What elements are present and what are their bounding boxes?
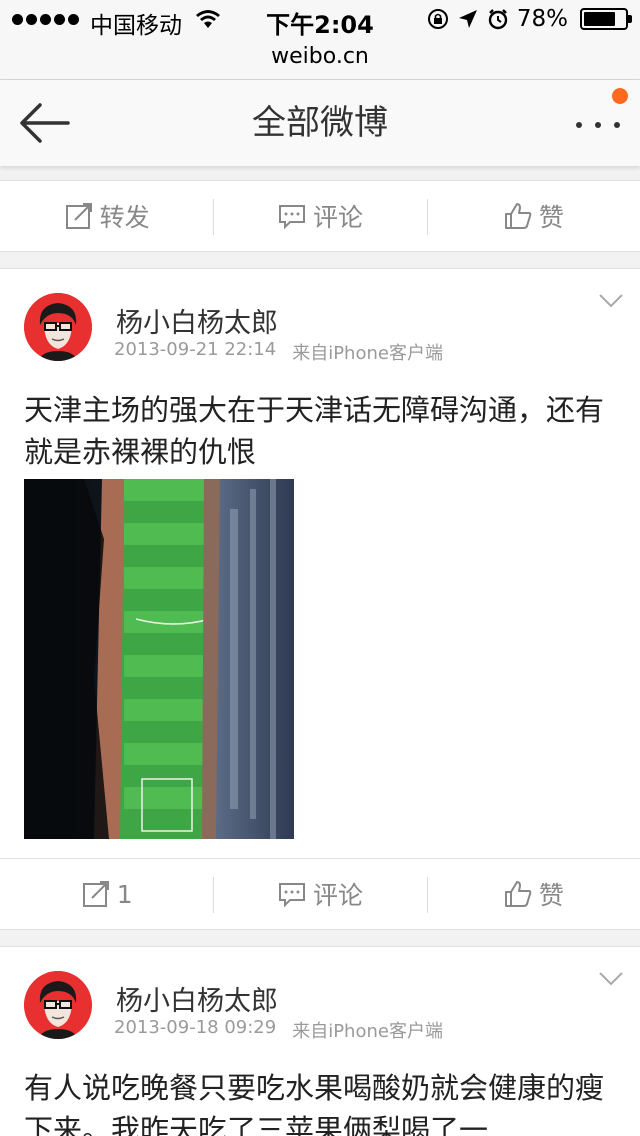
action-bar-post-1: 1 评论 赞 xyxy=(0,858,640,930)
comment-label: 评论 xyxy=(312,881,363,910)
thumbs-up-icon xyxy=(504,881,532,907)
comment-button[interactable]: 评论 xyxy=(213,181,426,251)
avatar[interactable] xyxy=(24,293,92,361)
rotation-lock-icon xyxy=(427,9,448,29)
action-bar-previous: 转发 评论 赞 xyxy=(0,180,640,252)
post-meta: 2013-09-18 09:29 来自iPhone客户端 xyxy=(114,1017,443,1043)
battery-icon xyxy=(580,8,632,30)
comment-button[interactable]: 评论 xyxy=(213,859,426,929)
chevron-down-icon[interactable] xyxy=(598,293,624,309)
like-button[interactable]: 赞 xyxy=(426,181,640,251)
author-name[interactable]: 杨小白杨太郎 xyxy=(116,979,278,1018)
repost-button[interactable]: 转发 xyxy=(0,181,213,251)
avatar-face-icon xyxy=(24,971,92,1039)
more-dots-icon xyxy=(576,122,620,128)
more-options-button[interactable] xyxy=(574,88,628,138)
like-label: 赞 xyxy=(538,203,564,232)
app-header: 全部微博 xyxy=(0,80,640,166)
author-name[interactable]: 杨小白杨太郎 xyxy=(116,301,278,340)
weibo-post: 杨小白杨太郎 2013-09-18 09:29 来自iPhone客户端 有人说吃… xyxy=(0,946,640,1136)
status-bar: 中国移动 下午2:04 78% xyxy=(0,0,640,40)
url-bar[interactable]: weibo.cn xyxy=(0,40,640,80)
chevron-down-icon[interactable] xyxy=(598,971,624,987)
post-image[interactable] xyxy=(24,479,294,839)
weibo-post: 杨小白杨太郎 2013-09-21 22:14 来自iPhone客户端 天津主场… xyxy=(0,268,640,930)
post-text: 有人说吃晚餐只要吃水果喝酸奶就会健康的瘦下来。我昨天吃了三苹果俩梨喝了一 xyxy=(24,1071,605,1136)
like-label: 赞 xyxy=(538,881,564,910)
stadium-photo xyxy=(24,479,294,839)
post-text: 天津主场的强大在于天津话无障碍沟通，还有就是赤裸裸的仇恨 xyxy=(24,393,605,469)
avatar[interactable] xyxy=(24,971,92,1039)
avatar-face-icon xyxy=(24,293,92,361)
notification-dot xyxy=(612,88,628,104)
post-source: 来自iPhone客户端 xyxy=(292,343,443,364)
comment-icon xyxy=(278,205,305,230)
repost-icon xyxy=(82,881,109,907)
battery-percentage: 78% xyxy=(516,6,568,32)
post-meta: 2013-09-21 22:14 来自iPhone客户端 xyxy=(114,339,443,365)
alarm-clock-icon xyxy=(488,9,508,30)
repost-button[interactable]: 1 xyxy=(0,859,213,929)
comment-label: 评论 xyxy=(312,203,363,232)
page-title: 全部微博 xyxy=(252,103,388,143)
post-source: 来自iPhone客户端 xyxy=(292,1021,443,1042)
like-button[interactable]: 赞 xyxy=(426,859,640,929)
location-arrow-icon xyxy=(458,10,477,28)
repost-icon xyxy=(65,203,92,229)
post-timestamp: 2013-09-18 09:29 xyxy=(114,1017,277,1038)
repost-label: 转发 xyxy=(99,203,150,232)
repost-count: 1 xyxy=(116,879,133,909)
post-timestamp: 2013-09-21 22:14 xyxy=(114,339,277,360)
comment-icon xyxy=(278,883,305,908)
thumbs-up-icon xyxy=(504,203,532,229)
